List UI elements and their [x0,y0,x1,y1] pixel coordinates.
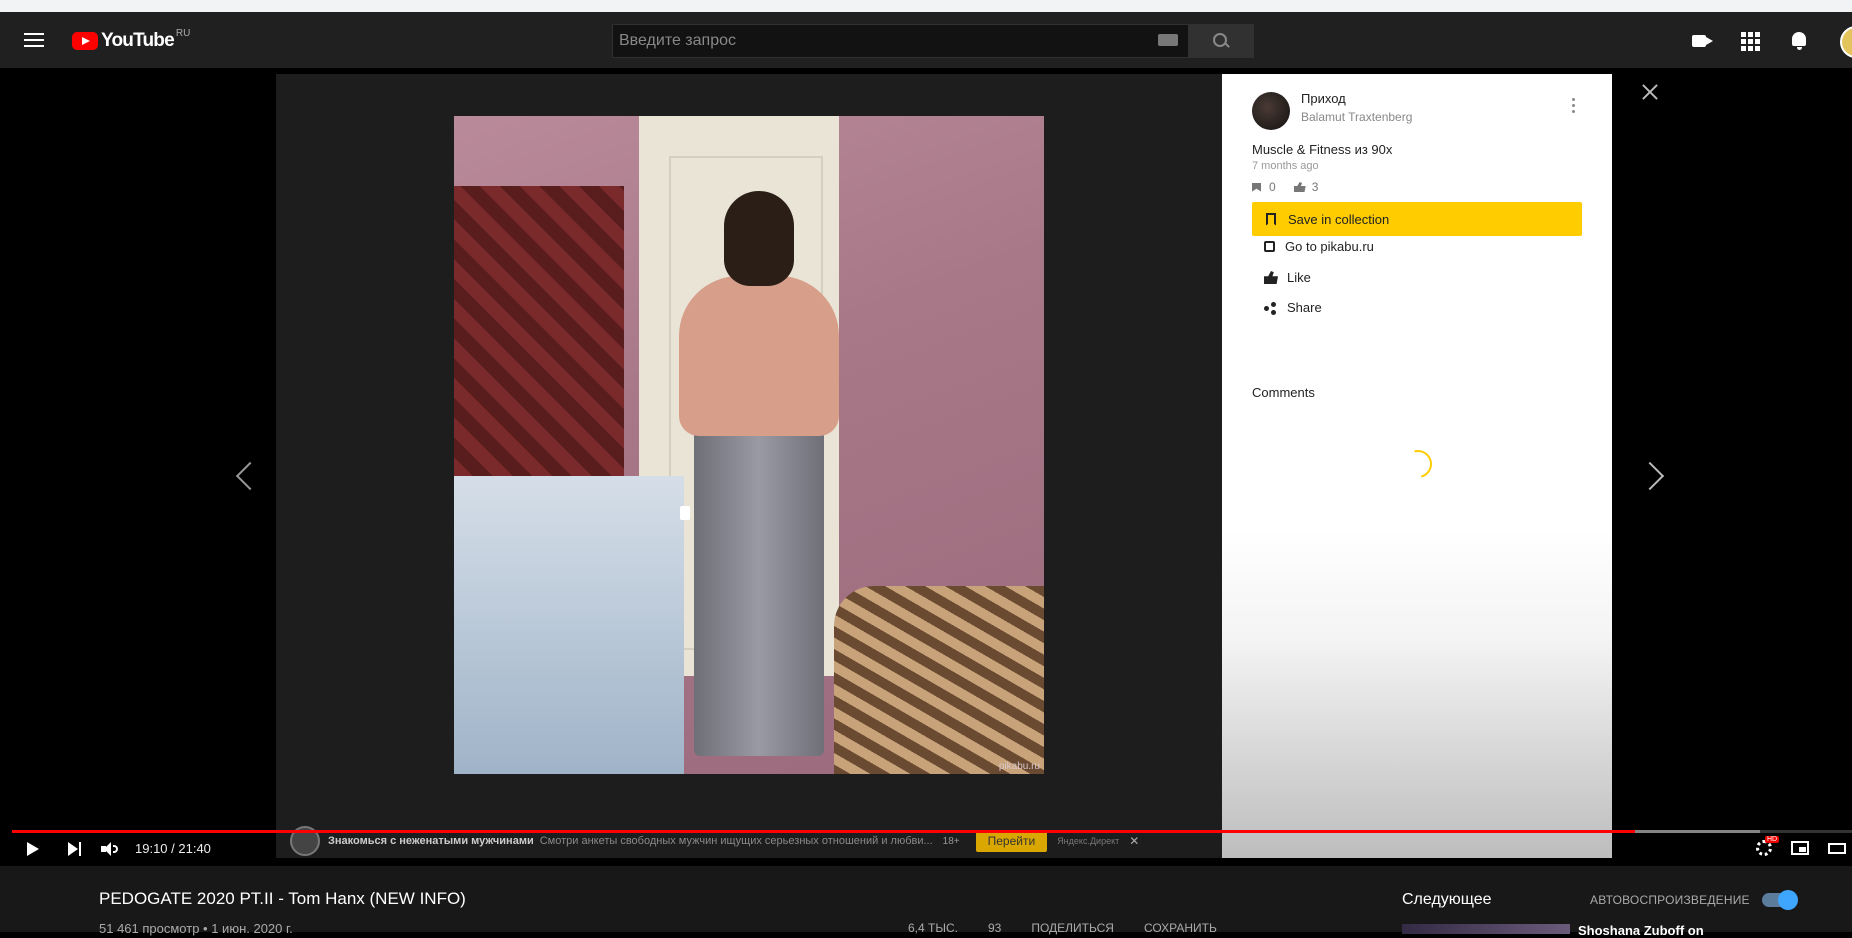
share-icon [1264,301,1276,315]
video-dislike-button[interactable]: 93 [988,921,1001,935]
photo-watermark: pikabu.ru [998,761,1040,772]
comments-count: 0 [1269,180,1276,194]
logo-text: YouTube [101,30,175,51]
youtube-header: YouTube RU [0,12,1852,68]
save-label: Save in collection [1288,211,1390,227]
close-icon[interactable] [1640,82,1660,102]
hamburger-menu-icon[interactable] [22,30,46,50]
loading-spinner-icon [1398,444,1438,484]
go-to-label: Go to pikabu.ru [1285,239,1374,254]
go-to-site-link[interactable]: Go to pikabu.ru [1264,239,1374,254]
share-button[interactable]: Share [1264,300,1322,315]
recommendation-thumbnail[interactable] [1402,924,1570,934]
next-video-icon[interactable] [68,842,82,856]
mouse-cursor-icon [680,506,690,520]
logo-region: RU [175,27,191,39]
progress-played [12,830,1635,833]
like-label: Like [1287,270,1311,285]
post-photo: pikabu.ru [454,116,1044,774]
search-button[interactable] [1188,25,1253,57]
player-controls: 19:10 / 21:40 HD [0,834,1852,864]
like-count-icon [1293,182,1306,192]
video-save-button[interactable]: СОХРАНИТЬ [1144,921,1217,935]
create-video-icon[interactable] [1692,30,1714,52]
recommendation-title[interactable]: Shoshana Zuboff on [1578,923,1704,938]
video-actions: 6,4 ТЫС. 93 ПОДЕЛИТЬСЯ СОХРАНИТЬ [908,921,1217,935]
video-title: PEDOGATE 2020 PT.II - Tom Hanx (NEW INFO… [99,889,466,908]
search-input[interactable] [613,31,1121,51]
bookmark-icon [1266,212,1276,226]
more-options-icon[interactable] [1572,98,1576,116]
next-arrow-icon[interactable] [1635,461,1665,491]
video-frame: pikabu.ru Знакомься с неженатыми мужчина… [276,74,1222,858]
play-icon[interactable] [27,842,39,856]
channel-name[interactable]: Приход [1301,91,1346,106]
volume-icon[interactable] [101,842,119,856]
account-avatar[interactable] [1840,26,1852,58]
previous-arrow-icon[interactable] [235,461,265,491]
up-next-heading: Следующее [1402,891,1492,908]
likes-count: 3 [1311,180,1319,194]
youtube-play-icon [72,32,98,50]
video-player[interactable]: pikabu.ru Знакомься с неженатыми мужчина… [0,68,1852,866]
video-like-button[interactable]: 6,4 ТЫС. [908,921,958,935]
share-label: Share [1287,300,1322,315]
search-bar [612,24,1254,58]
hd-badge: HD [1765,836,1780,843]
autoplay-toggle-knob[interactable] [1778,890,1798,910]
time-display: 19:10 / 21:40 [135,841,211,856]
external-link-icon [1264,241,1275,252]
theater-mode-icon[interactable] [1828,843,1846,854]
autoplay-label: АВТОВОСПРОИЗВЕДЕНИЕ [1590,893,1750,907]
comment-icon [1252,182,1261,192]
apps-grid-icon[interactable] [1741,32,1760,51]
video-info-area: PEDOGATE 2020 PT.II - Tom Hanx (NEW INFO… [0,866,1852,938]
youtube-logo[interactable]: YouTube RU [72,27,191,52]
notifications-bell-icon[interactable] [1789,30,1811,52]
save-in-collection-button[interactable]: Save in collection [1252,202,1582,236]
post-title: Muscle & Fitness из 90х [1252,142,1393,157]
progress-bar[interactable] [12,830,1852,833]
search-box [613,25,1188,57]
like-button[interactable]: Like [1264,270,1311,285]
comments-heading: Comments [1252,385,1315,400]
video-meta: 51 461 просмотр • 1 июн. 2020 г. [99,921,293,936]
thumbs-up-icon [1264,271,1278,284]
post-stats: 0 3 [1252,180,1318,194]
post-time: 7 months ago [1252,160,1319,172]
post-side-card: Приход Balamut Traxtenberg Muscle & Fitn… [1222,74,1612,858]
miniplayer-icon[interactable] [1791,841,1809,855]
author-name[interactable]: Balamut Traxtenberg [1301,110,1412,124]
video-share-button[interactable]: ПОДЕЛИТЬСЯ [1031,921,1114,935]
keyboard-icon[interactable] [1158,34,1178,46]
channel-avatar[interactable] [1252,92,1290,130]
